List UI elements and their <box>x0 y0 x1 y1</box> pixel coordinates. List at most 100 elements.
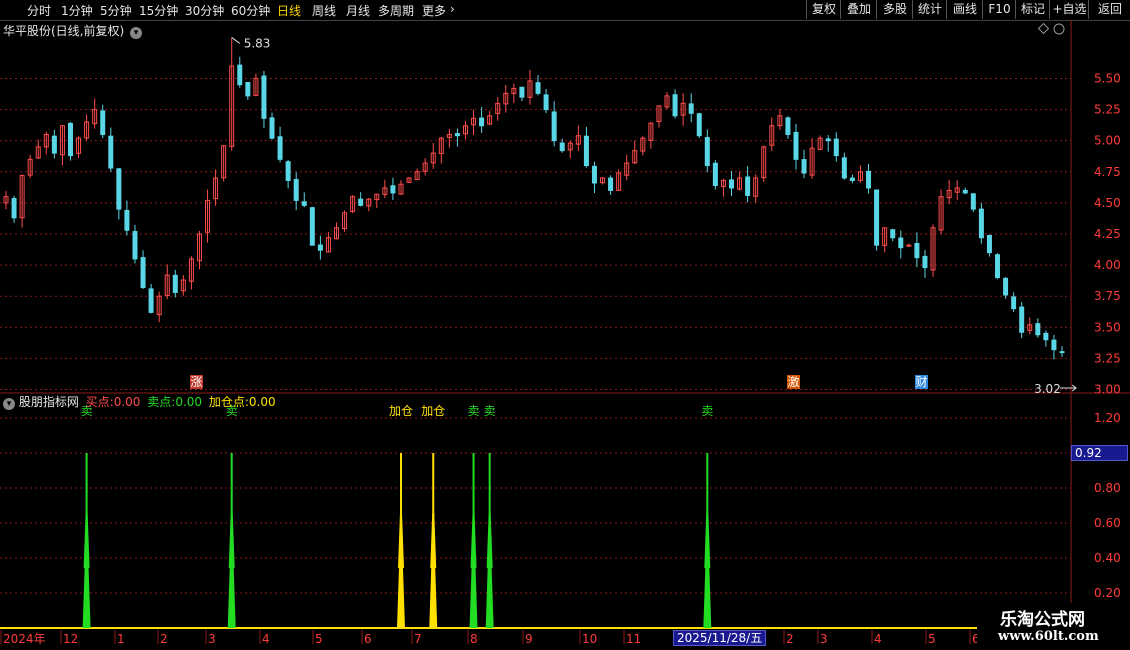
high-pointer <box>231 37 241 44</box>
price-tick-label: 4.75 <box>1094 165 1121 179</box>
buy-value: 0.00 <box>113 395 141 409</box>
chevron-right-icon[interactable]: › <box>450 2 455 16</box>
time-tick-label: 2 <box>786 632 794 646</box>
period-tab-8[interactable]: 月线 <box>346 2 370 19</box>
candle-body <box>285 161 291 181</box>
price-tick-label: 3.25 <box>1094 351 1121 365</box>
price-tick-label: 5.50 <box>1094 71 1121 85</box>
toolbar-button-1[interactable]: 叠加 <box>840 0 877 19</box>
event-marker-text: 涨 <box>191 374 203 389</box>
time-tick-label: 10 <box>582 632 597 646</box>
candle-body <box>978 208 984 239</box>
cursor-date: 2025/11/28/五 <box>673 630 767 646</box>
low-price-label: 3.02 <box>1034 382 1061 396</box>
candle-body <box>688 103 694 114</box>
period-tab-7[interactable]: 周线 <box>312 2 336 19</box>
toolbar-button-4[interactable]: 画线 <box>946 0 983 19</box>
candle-body <box>140 257 146 288</box>
signal-base <box>703 568 712 628</box>
time-tick-label: 2024年 <box>3 632 46 646</box>
toolbar-button-7[interactable]: +自选 <box>1049 0 1089 19</box>
time-tick-label: 4 <box>874 632 882 646</box>
candle-body <box>728 179 734 189</box>
period-tab-1[interactable]: 1分钟 <box>61 2 93 19</box>
candle-body <box>454 133 460 137</box>
candle-body <box>672 94 678 117</box>
candle-body <box>986 235 992 254</box>
time-tick-label: 5 <box>928 632 936 646</box>
price-tick-label: 4.00 <box>1094 258 1121 272</box>
diamond-icon <box>1037 22 1050 35</box>
candle-body <box>535 82 541 94</box>
event-marker-text: 激 <box>788 375 800 389</box>
toolbar: 分时 1分钟 5分钟 15分钟 30分钟 60分钟 日线 周线 月线 多周期 更多 › 复权 叠加 多股 统计… <box>0 0 1130 21</box>
time-tick-label: 4 <box>262 632 270 646</box>
period-tab-3[interactable]: 15分钟 <box>139 2 178 19</box>
time-tick-label: 3 <box>820 632 828 646</box>
period-tab-10[interactable]: 更多 <box>422 2 446 19</box>
toolbar-button-0[interactable]: 复权 <box>806 0 841 19</box>
candle-body <box>11 198 17 219</box>
toolbar-button-8[interactable]: 返回 <box>1088 0 1130 19</box>
candle-body <box>309 207 315 246</box>
candle-body <box>866 170 872 189</box>
signal-label: 加仓 <box>389 404 413 418</box>
time-tick-label: 1 <box>117 632 125 646</box>
toolbar-button-6[interactable]: 标记 <box>1015 0 1050 19</box>
candle-body <box>785 117 791 135</box>
toolbar-button-5[interactable]: F10 <box>982 0 1016 19</box>
chevron-down-icon[interactable]: ▾ <box>130 27 143 39</box>
period-tab-2[interactable]: 5分钟 <box>100 2 132 19</box>
candle-body <box>712 162 718 186</box>
period-tab-5[interactable]: 60分钟 <box>231 2 270 19</box>
settings-icon <box>1053 23 1065 35</box>
candle-body <box>132 231 138 260</box>
signal-mid <box>397 513 404 568</box>
signal-label: 加仓 <box>421 404 445 418</box>
candle-body <box>108 135 114 169</box>
signal-label: 卖 <box>468 404 480 418</box>
indicator-panel-title: ▾ 股朋指标网 买点:0.00 卖点:0.00 加仓点:0.00 <box>3 393 276 410</box>
candle-body <box>1051 339 1057 351</box>
price-tick-label: 4.50 <box>1094 196 1121 210</box>
candle-body <box>841 157 847 179</box>
signal-mid <box>486 513 493 568</box>
sell-label: 卖点: <box>147 395 176 409</box>
signal-label: 卖 <box>484 404 496 418</box>
period-tab-9[interactable]: 多周期 <box>378 2 414 19</box>
period-tab-0[interactable]: 分时 <box>27 2 51 19</box>
indicator-tick-label: 0.60 <box>1094 516 1121 530</box>
candle-body <box>608 177 614 191</box>
chart-area: 5.50 5.25 5.00 4.75 4.50 4.25 4.00 3.75 3.50 3.25… <box>0 20 1130 650</box>
toolbar-button-2[interactable]: 多股 <box>876 0 913 19</box>
candle-body <box>583 135 589 167</box>
candle-body <box>1059 351 1065 354</box>
signal-base <box>396 568 405 628</box>
chevron-down-icon[interactable]: ▾ <box>3 398 15 410</box>
signal-base <box>469 568 478 628</box>
candle-body <box>825 138 831 142</box>
candle-body <box>906 244 912 247</box>
candle-body <box>551 111 557 142</box>
price-panel-title[interactable]: 华平股份(日线,前复权) ▾ <box>3 22 143 39</box>
candle-body <box>793 131 799 160</box>
toolbar-button-3[interactable]: 统计 <box>912 0 947 19</box>
candle-body <box>237 64 243 86</box>
candle-body <box>745 176 751 196</box>
candle-body <box>970 193 976 210</box>
signal-mid <box>470 513 477 568</box>
candle-body <box>277 136 283 160</box>
candle-body <box>995 254 1001 279</box>
current-value-badge: 0.92 <box>1071 445 1128 461</box>
candle-body <box>849 177 855 181</box>
period-tab-6[interactable]: 日线 <box>277 2 301 19</box>
indicator-tick-label: 0.20 <box>1094 586 1121 600</box>
watermark-line1: 乐淘公式网 <box>1000 610 1085 630</box>
candle-body <box>922 255 928 269</box>
time-tick-label: 11 <box>626 632 641 646</box>
add-label: 加仓点: <box>208 395 249 409</box>
candle-body <box>801 159 807 174</box>
period-tab-4[interactable]: 30分钟 <box>185 2 224 19</box>
signal-base <box>429 568 438 628</box>
time-tick-label: 6 <box>364 632 372 646</box>
